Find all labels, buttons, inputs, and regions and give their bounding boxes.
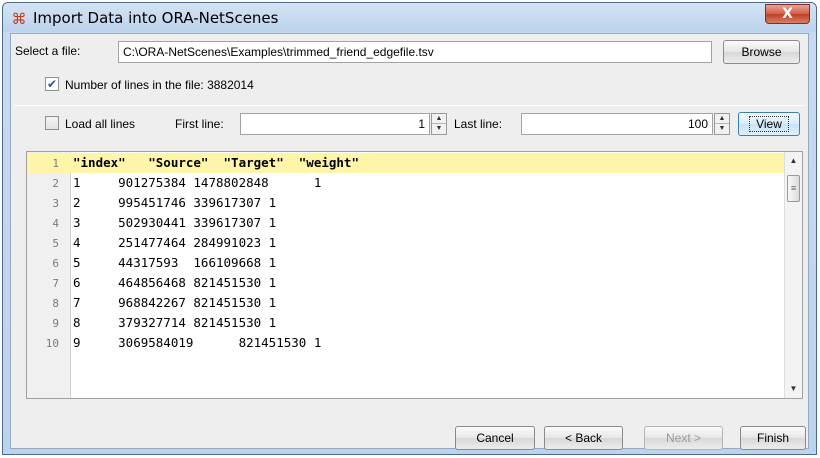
finish-button[interactable]: Finish: [740, 426, 806, 450]
cancel-button[interactable]: Cancel: [455, 426, 535, 450]
vertical-scrollbar[interactable]: ▲ ≡ ▼: [784, 152, 802, 398]
last-line-label: Last line:: [454, 117, 503, 131]
preview-line: 3 2 995451746 339617307 1: [27, 193, 276, 213]
line-text: 7 968842267 821451530 1: [73, 295, 277, 310]
import-dialog-window: ⌘ Import Data into ORA-NetScenes X Selec…: [2, 2, 817, 455]
file-preview-area[interactable]: 1 "index" "Source" "Target" "weight" 2 1 90…: [26, 151, 803, 399]
line-count-checkbox[interactable]: ✔: [45, 77, 59, 91]
first-line-input[interactable]: 1: [240, 113, 430, 135]
browse-button[interactable]: Browse: [723, 40, 800, 64]
preview-line: 2 1 901275384 1478802848 1: [27, 173, 321, 193]
title-bar[interactable]: ⌘ Import Data into ORA-NetScenes X: [3, 3, 816, 32]
spinner-down-icon[interactable]: ▼: [715, 124, 729, 134]
line-text: 6 464856468 821451530 1: [73, 275, 277, 290]
first-line-label: First line:: [175, 117, 224, 131]
line-number: 2: [52, 177, 59, 190]
preview-line: 8 7 968842267 821451530 1: [27, 293, 276, 313]
line-number: 6: [52, 257, 59, 270]
preview-line: 6 5 44317593 166109668 1: [27, 253, 276, 273]
line-text: 5 44317593 166109668 1: [73, 255, 277, 270]
line-text: 3 502930441 339617307 1: [73, 215, 277, 230]
scrollbar-thumb[interactable]: ≡: [787, 175, 800, 202]
load-all-lines-label: Load all lines: [65, 117, 136, 131]
line-text: 9 3069584019 821451530 1: [73, 335, 322, 350]
line-count-label: Number of lines in the file: 3882014: [65, 78, 254, 92]
line-number: 10: [45, 337, 59, 350]
back-button[interactable]: < Back: [544, 426, 623, 450]
preview-line: 5 4 251477464 284991023 1: [27, 233, 276, 253]
scroll-up-icon[interactable]: ▲: [785, 152, 802, 170]
first-line-spinner[interactable]: ▲ ▼: [431, 113, 447, 135]
file-path-field[interactable]: C:\ORA-NetScenes\Examples\trimmed_friend…: [118, 41, 712, 63]
preview-line: 4 3 502930441 339617307 1: [27, 213, 276, 233]
preview-line: 10 9 3069584019 821451530 1: [27, 333, 322, 353]
ora-netscenes-icon: ⌘: [11, 10, 27, 28]
line-text: "index" "Source" "Target" "weight": [73, 155, 359, 170]
line-text: 4 251477464 284991023 1: [73, 235, 277, 250]
line-number: 1: [27, 154, 67, 174]
line-number: 4: [52, 217, 59, 230]
spinner-down-icon[interactable]: ▼: [432, 124, 446, 134]
line-text: 1 901275384 1478802848 1: [73, 175, 322, 190]
preview-line: 1 "index" "Source" "Target" "weight": [27, 153, 784, 174]
close-button[interactable]: X: [765, 4, 810, 24]
view-button[interactable]: View: [738, 112, 800, 136]
line-number: 8: [52, 297, 59, 310]
view-button-label: View: [749, 116, 789, 132]
last-line-spinner[interactable]: ▲ ▼: [714, 113, 730, 135]
line-number: 7: [52, 277, 59, 290]
next-button: Next >: [644, 426, 723, 450]
separator: [14, 105, 805, 106]
scroll-down-icon[interactable]: ▼: [785, 380, 802, 398]
line-number: 3: [52, 197, 59, 210]
checkmark-icon: ✔: [46, 77, 58, 91]
preview-line: 9 8 379327714 821451530 1: [27, 313, 276, 333]
last-line-input[interactable]: 100: [521, 113, 713, 135]
line-number: 9: [52, 317, 59, 330]
spinner-up-icon[interactable]: ▲: [715, 114, 729, 124]
load-all-lines-checkbox[interactable]: [45, 116, 59, 130]
line-number: 5: [52, 237, 59, 250]
line-text: 2 995451746 339617307 1: [73, 195, 277, 210]
preview-line: 7 6 464856468 821451530 1: [27, 273, 276, 293]
line-text: 8 379327714 821451530 1: [73, 315, 277, 330]
select-file-label: Select a file:: [15, 44, 81, 58]
spinner-up-icon[interactable]: ▲: [432, 114, 446, 124]
window-title: Import Data into ORA-NetScenes: [33, 9, 279, 27]
